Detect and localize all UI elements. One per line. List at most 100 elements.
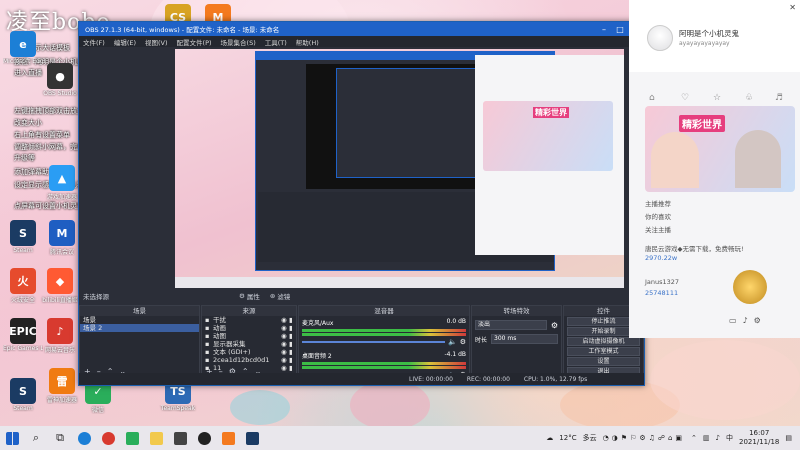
source-item[interactable]: ▪ 动图 ◉ ▮ xyxy=(202,332,296,340)
maximize-icon[interactable]: □ xyxy=(612,25,628,34)
source-type-icon: ▪ xyxy=(205,348,210,356)
obs-titlebar[interactable]: OBS 27.1.3 (64-bit, windows) - 配置文件: 未命名… xyxy=(79,22,644,36)
start-icon[interactable] xyxy=(0,426,24,450)
menu-item[interactable]: 帮助(H) xyxy=(296,37,319,47)
chat-tab[interactable]: ⌂ xyxy=(649,93,655,103)
menu-item[interactable]: 编辑(E) xyxy=(114,37,136,47)
obs-preview-canvas[interactable]: 精彩世界 xyxy=(175,49,624,288)
desktop-icon[interactable]: ♪ 网易云音乐 xyxy=(40,318,80,354)
close-icon[interactable]: ✕ xyxy=(789,3,796,12)
eye-icon[interactable]: ◉ xyxy=(281,316,289,324)
source-item[interactable]: ▪ 显示器采集 ◉ ▮ xyxy=(202,340,296,348)
desktop-icon[interactable]: ◆ bilibili直播姬 xyxy=(40,268,80,304)
desktop-icon[interactable]: ▲ 游戏加速器 xyxy=(42,165,82,201)
chat-banner[interactable]: 精彩世界 xyxy=(645,106,795,192)
transition-select[interactable]: 淡出 xyxy=(475,320,547,330)
source-item[interactable]: ▪ 干扰 ◉ ▮ xyxy=(202,316,296,324)
transition-settings-icon[interactable]: ⚙ xyxy=(551,321,558,330)
steam-taskbar-icon[interactable] xyxy=(240,426,264,450)
chat-row[interactable]: 你的喜欢 xyxy=(645,211,671,221)
desktop-icon[interactable]: S Steam xyxy=(3,378,43,412)
duration-input[interactable]: 300 ms xyxy=(491,334,558,344)
menu-item[interactable]: 配置文件(P) xyxy=(177,37,212,47)
csgo-icon[interactable] xyxy=(168,426,192,450)
lock-icon[interactable]: ▮ xyxy=(289,356,296,364)
bilibili-icon[interactable] xyxy=(216,426,240,450)
lock-icon[interactable]: ▮ xyxy=(289,348,296,356)
explorer-icon[interactable] xyxy=(144,426,168,450)
eye-icon[interactable]: ◉ xyxy=(281,348,289,356)
minimize-icon[interactable]: – xyxy=(596,25,612,34)
chat-row[interactable]: 2970.22w xyxy=(645,254,677,262)
settings-icon[interactable]: ⚙ xyxy=(754,316,761,325)
chat-row[interactable]: 主播推荐 xyxy=(645,198,671,208)
desktop-icon[interactable]: S Steam xyxy=(3,220,43,254)
desktop-icon[interactable]: M 腾讯会议 xyxy=(42,220,82,256)
chat-tab[interactable]: ♡ xyxy=(681,93,689,103)
chat-tab[interactable]: ☆ xyxy=(713,93,721,103)
clock[interactable]: 16:07 2021/11/18 xyxy=(739,429,779,447)
menu-item[interactable]: 视图(V) xyxy=(145,37,168,47)
mic-icon[interactable]: ♪ xyxy=(743,316,748,325)
chat-row[interactable]: 25748111 xyxy=(645,289,678,297)
source-item[interactable]: ▪ 2cea1d12bcd0d1 ◉ ▮ xyxy=(202,356,296,364)
network-icon[interactable]: ▥ xyxy=(703,434,710,442)
desktop-icon[interactable]: e Microsoft Edge xyxy=(3,31,43,65)
source-item[interactable]: ▪ 文本 (GDI+) ◉ ▮ xyxy=(202,348,296,356)
properties-button[interactable]: 属性 xyxy=(247,291,260,301)
ime-indicator[interactable]: 中 xyxy=(726,433,733,443)
desktop-icon[interactable]: 火火绒安全 xyxy=(3,268,43,304)
control-button[interactable]: 启动虚拟摄像机 xyxy=(567,337,640,346)
desktop-icon[interactable]: EPICEpic Games Launcher xyxy=(3,318,43,352)
obs-taskbar-icon[interactable] xyxy=(192,426,216,450)
lock-icon[interactable]: ▮ xyxy=(289,324,296,332)
chevron-up-icon[interactable]: ⌃ xyxy=(691,434,697,442)
eye-icon[interactable]: ◉ xyxy=(281,356,289,364)
video-icon[interactable]: ▭ xyxy=(729,316,737,325)
channel-db: 0.0 dB xyxy=(446,318,466,325)
filter-icon[interactable]: ⊛ xyxy=(270,292,275,300)
volume-icon[interactable]: ♪ xyxy=(716,434,720,442)
overlay-line: 改变大小 xyxy=(14,119,42,127)
menu-item[interactable]: 工具(T) xyxy=(265,37,287,47)
chat-row[interactable]: 唐民云游戏◆无需下载，免费畅玩! xyxy=(645,243,744,253)
volume-meter xyxy=(302,362,466,365)
control-button[interactable]: 设置 xyxy=(567,357,640,366)
chat-panel[interactable]: 阿明是个小机灵鬼 ayayayayayayay ✕ ⌂ ♡ ☆ ♧ ♬ 精彩世界 主播推… xyxy=(629,0,800,338)
chat-row[interactable]: Janus1327 xyxy=(645,278,679,286)
speaker-icon[interactable]: 🔈 xyxy=(448,338,457,346)
filters-button[interactable]: 滤镜 xyxy=(277,291,290,301)
search-icon[interactable]: ⌕ xyxy=(24,426,48,450)
volume-slider[interactable] xyxy=(302,341,445,343)
gear-icon[interactable]: ⚙ xyxy=(460,338,466,346)
menu-item[interactable]: 场景集合(S) xyxy=(221,37,256,47)
desktop-icon[interactable]: ● OBS Studio xyxy=(40,63,80,97)
lock-icon[interactable]: ▮ xyxy=(289,332,296,340)
notification-icon[interactable]: ▤ xyxy=(785,434,792,442)
lock-icon[interactable]: ▮ xyxy=(289,316,296,324)
menu-item[interactable]: 文件(F) xyxy=(83,37,105,47)
eye-icon[interactable]: ◉ xyxy=(281,332,289,340)
weather-icon[interactable]: ☁ xyxy=(546,434,553,442)
control-button[interactable]: 工作室模式 xyxy=(567,347,640,356)
task-view-icon[interactable]: ⧉ xyxy=(48,426,72,450)
chat-tab[interactable]: ♬ xyxy=(775,93,783,103)
tray-icons[interactable]: ◔◑⚑⚐⚙♫☍⌂▣ xyxy=(603,434,685,442)
wechat-icon[interactable] xyxy=(120,426,144,450)
desktop-icon-label: TeamSpeak xyxy=(160,405,196,412)
obs-window[interactable]: OBS 27.1.3 (64-bit, windows) - 配置文件: 未命名… xyxy=(78,21,645,386)
chat-row[interactable]: 关注主播 xyxy=(645,224,671,234)
eye-icon[interactable]: ◉ xyxy=(281,324,289,332)
avatar[interactable] xyxy=(647,25,673,51)
weather-desc: 多云 xyxy=(582,434,597,442)
lock-icon[interactable]: ▮ xyxy=(289,340,296,348)
scene-item[interactable]: 场景 2 xyxy=(80,324,199,332)
edge-icon[interactable] xyxy=(72,426,96,450)
gear-icon[interactable]: ⚙ xyxy=(239,292,245,300)
eye-icon[interactable]: ◉ xyxy=(281,340,289,348)
source-item[interactable]: ▪ 动画 ◉ ▮ xyxy=(202,324,296,332)
desktop-icon[interactable]: 雷雷神加速器 xyxy=(42,368,82,404)
chat-tab[interactable]: ♧ xyxy=(745,93,753,103)
netease-icon[interactable] xyxy=(96,426,120,450)
scene-item[interactable]: 场景 xyxy=(80,316,199,324)
